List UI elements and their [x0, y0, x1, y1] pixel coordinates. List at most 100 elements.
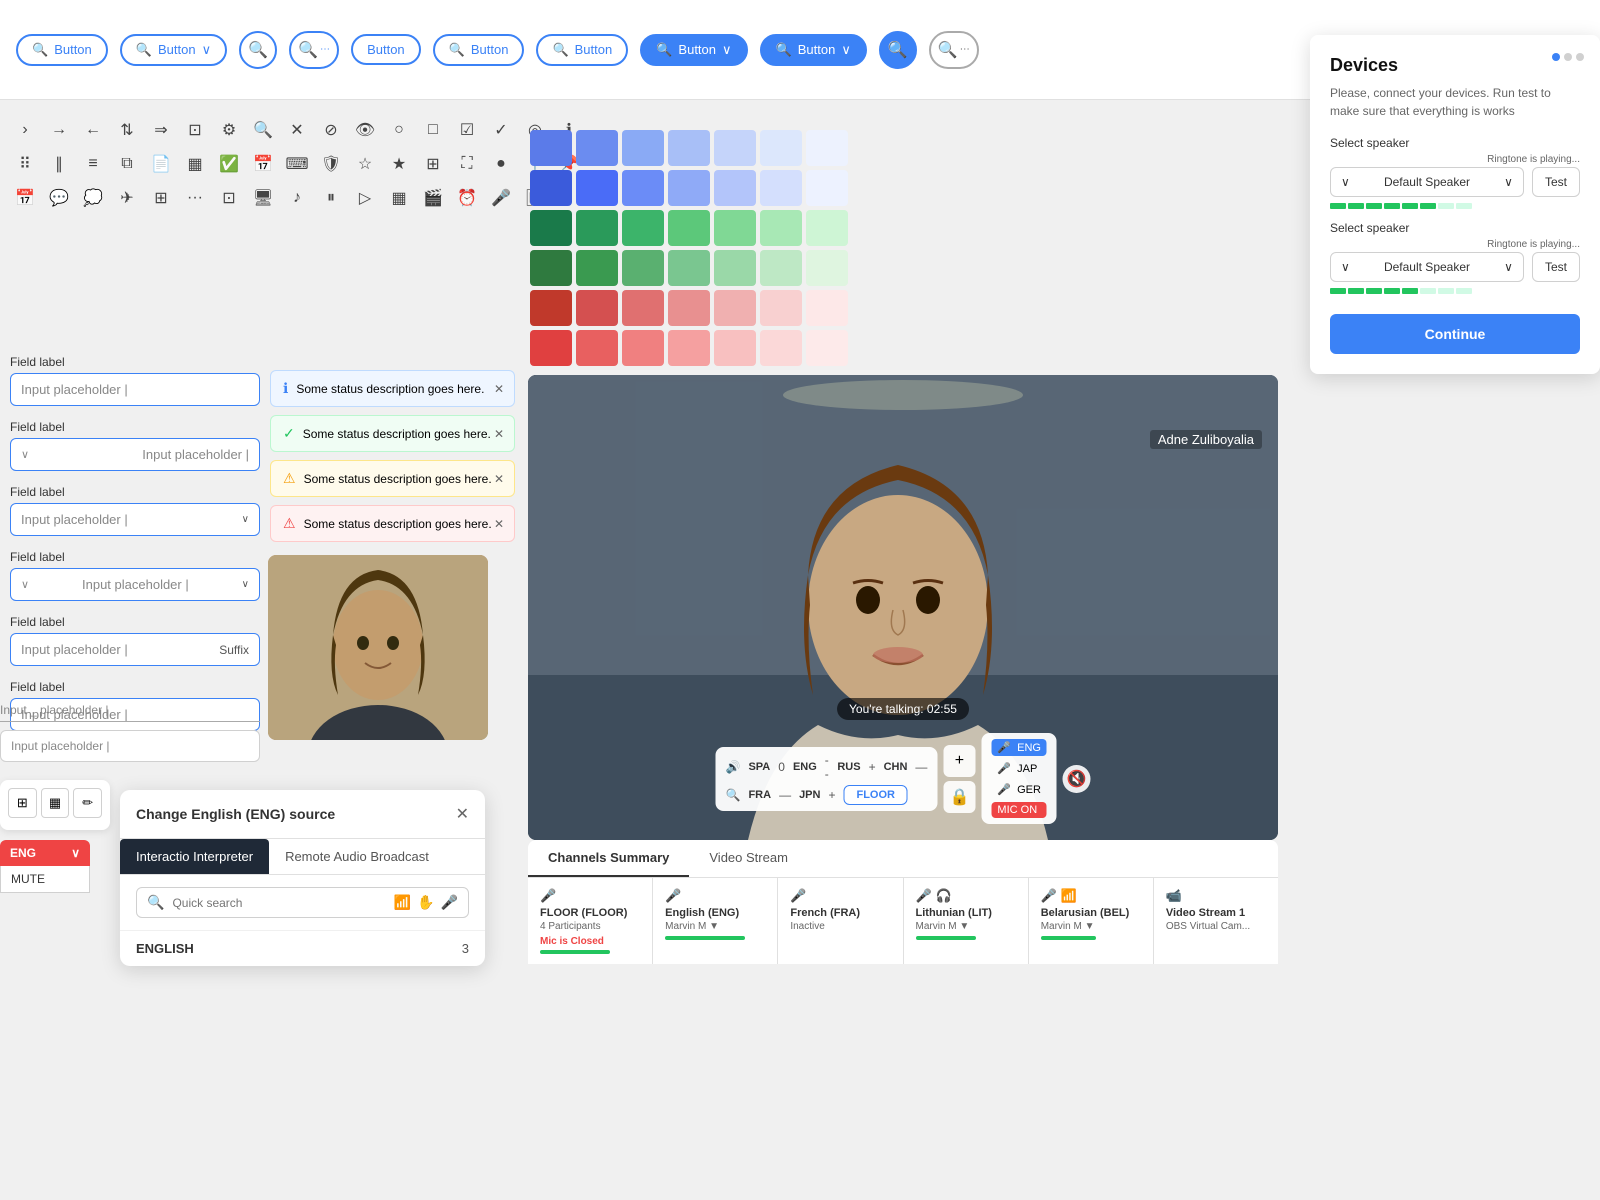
test-speaker2-btn[interactable]: Test: [1532, 252, 1580, 282]
color-blue-6[interactable]: [760, 130, 802, 166]
color-red-5[interactable]: [714, 290, 756, 326]
color-blue-2[interactable]: [576, 130, 618, 166]
chevron-right-icon[interactable]: ›: [10, 115, 40, 145]
button-filled-arrow[interactable]: 🔍 Button ∨: [640, 34, 747, 66]
eye-icon[interactable]: 👁: [350, 115, 380, 145]
button-2[interactable]: 🔍 Button ∨: [120, 34, 227, 66]
gear-icon[interactable]: ⚙: [214, 115, 244, 145]
color-blue-1[interactable]: [530, 130, 572, 166]
color-green-d4[interactable]: [668, 250, 710, 286]
tab-remote[interactable]: Remote Audio Broadcast: [269, 839, 445, 874]
search-more-btn-2[interactable]: 🔍⋯: [929, 31, 979, 69]
color-blue-d1[interactable]: [530, 170, 572, 206]
pause-icon[interactable]: ⏸: [316, 183, 346, 213]
bubble-icon[interactable]: 💭: [78, 183, 108, 213]
color-red-6[interactable]: [760, 290, 802, 326]
arrow-right-icon[interactable]: →: [44, 115, 74, 145]
color-red-d6[interactable]: [760, 330, 802, 366]
english-item[interactable]: ENGLISH 3: [120, 930, 485, 966]
color-red-4[interactable]: [668, 290, 710, 326]
field-input-4[interactable]: ∨ Input placeholder | ∨: [10, 568, 260, 601]
color-red-d1[interactable]: [530, 330, 572, 366]
color-blue-5[interactable]: [714, 130, 756, 166]
grid-view-btn[interactable]: ⊞: [8, 788, 37, 818]
color-green-d1[interactable]: [530, 250, 572, 286]
star-outline-icon[interactable]: ☆: [350, 149, 380, 179]
color-green-d5[interactable]: [714, 250, 756, 286]
star-filled-icon[interactable]: ★: [384, 149, 414, 179]
color-blue-4[interactable]: [668, 130, 710, 166]
color-red-2[interactable]: [576, 290, 618, 326]
color-red-3[interactable]: [622, 290, 664, 326]
modal-close-btn[interactable]: ✕: [456, 804, 469, 824]
color-blue-7[interactable]: [806, 130, 848, 166]
floor-button[interactable]: FLOOR: [843, 785, 908, 805]
menu-icon[interactable]: ≡: [78, 149, 108, 179]
color-green-d2[interactable]: [576, 250, 618, 286]
color-blue-d4[interactable]: [668, 170, 710, 206]
color-green-6[interactable]: [760, 210, 802, 246]
color-green-1[interactable]: [530, 210, 572, 246]
color-red-d3[interactable]: [622, 330, 664, 366]
color-green-5[interactable]: [714, 210, 756, 246]
color-red-d4[interactable]: [668, 330, 710, 366]
search-icon-filled-btn[interactable]: 🔍: [879, 31, 917, 69]
color-blue-d3[interactable]: [622, 170, 664, 206]
slash-icon[interactable]: ⊘: [316, 115, 346, 145]
checkbox-icon[interactable]: ☑: [452, 115, 482, 145]
button-search-3[interactable]: 🔍 Button: [433, 34, 525, 66]
color-blue-d2[interactable]: [576, 170, 618, 206]
color-red-1[interactable]: [530, 290, 572, 326]
button-plain[interactable]: Button: [351, 34, 421, 65]
color-green-d6[interactable]: [760, 250, 802, 286]
tab-channels-summary[interactable]: Channels Summary: [528, 840, 689, 877]
mic-on-btn[interactable]: MIC ON: [991, 802, 1047, 818]
add-lang-btn[interactable]: +: [943, 745, 975, 777]
color-red-d5[interactable]: [714, 330, 756, 366]
color-green-4[interactable]: [668, 210, 710, 246]
mute-icon-btn[interactable]: 🔇: [1063, 765, 1091, 793]
bottom-input-1[interactable]: Input _ placeholder |: [0, 695, 260, 722]
lang-jap-option[interactable]: 🎤 JAP: [991, 760, 1047, 777]
color-green-d3[interactable]: [622, 250, 664, 286]
forward-icon[interactable]: ⇒: [146, 115, 176, 145]
color-blue-d5[interactable]: [714, 170, 756, 206]
speaker1-select[interactable]: ∨ Default Speaker ∨: [1330, 167, 1524, 197]
dots-grid-icon[interactable]: ⊡: [180, 115, 210, 145]
close-icon[interactable]: ✕: [282, 115, 312, 145]
lock-icon-btn[interactable]: 🔒: [943, 781, 975, 813]
close-error-btn[interactable]: ✕: [494, 517, 504, 531]
chat-icon[interactable]: 💬: [44, 183, 74, 213]
lang-ger-option[interactable]: 🎤 GER: [991, 781, 1047, 798]
list-view-btn[interactable]: ▦: [41, 788, 70, 818]
drag-icon[interactable]: ⠿: [10, 149, 40, 179]
field-input-3[interactable]: Input placeholder | ∨: [10, 503, 260, 536]
lang-dropdown-selected[interactable]: ENG ∨: [0, 840, 90, 866]
color-red-d2[interactable]: [576, 330, 618, 366]
color-red-d7[interactable]: [806, 330, 848, 366]
close-success-btn[interactable]: ✕: [494, 427, 504, 441]
modal-search[interactable]: 🔍 📶 ✋ 🎤: [136, 887, 469, 918]
field-input-2[interactable]: ∨ Input placeholder |: [10, 438, 260, 471]
color-green-2[interactable]: [576, 210, 618, 246]
search-icon-btn[interactable]: 🔍: [239, 31, 277, 69]
send-icon[interactable]: ✈: [112, 183, 142, 213]
color-red-7[interactable]: [806, 290, 848, 326]
color-green-3[interactable]: [622, 210, 664, 246]
edit-btn[interactable]: ✏: [73, 788, 102, 818]
field-input-5[interactable]: Input placeholder | Suffix: [10, 633, 260, 666]
checkbox-filled-icon[interactable]: ✅: [214, 149, 244, 179]
button-filled-arrow-2[interactable]: 🔍 Button ∨: [760, 34, 867, 66]
search-icon-grid[interactable]: 🔍: [248, 115, 278, 145]
sort-icon[interactable]: ⇅: [112, 115, 142, 145]
button-1[interactable]: 🔍 Button: [16, 34, 108, 66]
quick-search-input[interactable]: [172, 896, 385, 910]
color-blue-3[interactable]: [622, 130, 664, 166]
mute-option[interactable]: MUTE: [0, 866, 90, 893]
color-blue-d6[interactable]: [760, 170, 802, 206]
color-green-7[interactable]: [806, 210, 848, 246]
tab-interactio[interactable]: Interactio Interpreter: [120, 839, 269, 874]
fullscreen-icon[interactable]: ⛶: [452, 149, 482, 179]
bottom-input-2[interactable]: Input placeholder |: [0, 730, 260, 762]
close-warning-btn[interactable]: ✕: [494, 472, 504, 486]
